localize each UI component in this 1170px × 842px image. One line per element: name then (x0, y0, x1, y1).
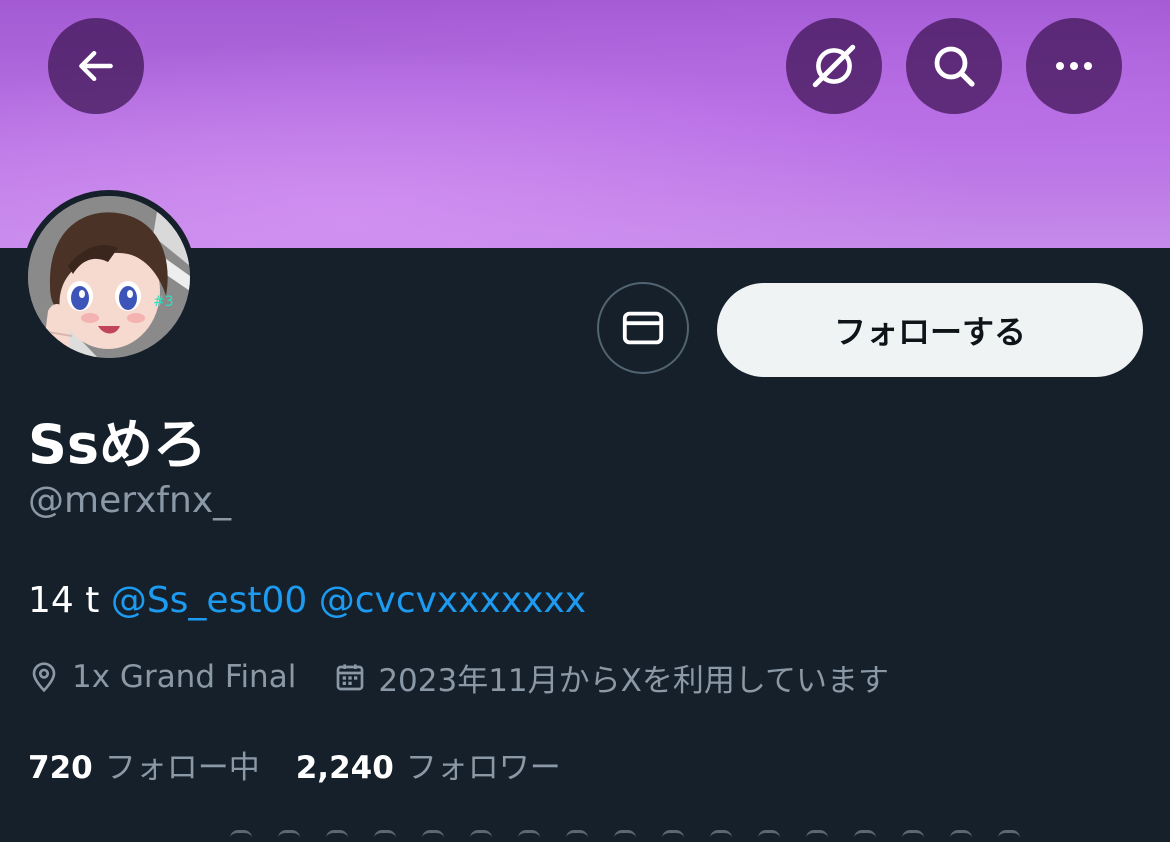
back-button[interactable] (48, 18, 144, 114)
more-horizontal-icon (1056, 62, 1092, 70)
followers-count: 2,240 (295, 750, 394, 786)
follow-stats: 720 フォロー中 2,240 フォロワー (28, 742, 561, 787)
location-text: 1x Grand Final (72, 659, 297, 695)
following-label: フォロー中 (104, 750, 260, 786)
following-link[interactable]: 720 フォロー中 (28, 742, 260, 787)
truncated-content-row (230, 822, 1050, 842)
joined-item: 2023年11月からXを利用しています (334, 655, 889, 700)
display-name: Ssめろ (28, 413, 208, 476)
envelope-icon (622, 311, 664, 345)
profile-banner[interactable] (0, 0, 1170, 248)
arrow-left-icon (79, 50, 113, 82)
followers-link[interactable]: 2,240 フォロワー (296, 742, 561, 787)
calendar-icon (336, 664, 364, 691)
follow-button[interactable]: フォローする (717, 283, 1143, 377)
user-handle: @merxfnx_ (28, 480, 232, 521)
profile-bio: 14 t @Ss_est00 @cvcvxxxxxxx (28, 580, 586, 621)
profile-meta: 1x Grand Final 2023年11月からXを利用しています (28, 655, 889, 699)
location-pin-icon (32, 662, 56, 693)
followers-label: フォロワー (405, 750, 561, 786)
avatar-frame: #3 (22, 190, 196, 364)
bio-mention-link[interactable]: @cvcvxxxxxxx (319, 580, 586, 621)
bio-text: 14 t (28, 580, 100, 621)
more-button[interactable] (1026, 18, 1122, 114)
grok-button[interactable] (786, 18, 882, 114)
search-icon (934, 46, 975, 87)
joined-date-text: 2023年11月からXを利用しています (378, 662, 889, 699)
bio-mention-link[interactable]: @Ss_est00 (111, 580, 307, 621)
following-count: 720 (28, 750, 93, 786)
location-item: 1x Grand Final (28, 659, 296, 695)
message-button[interactable] (597, 282, 689, 374)
svg-text:#3: #3 (153, 294, 174, 310)
grok-icon (812, 44, 856, 88)
avatar[interactable]: #3 (28, 196, 190, 358)
search-button[interactable] (906, 18, 1002, 114)
